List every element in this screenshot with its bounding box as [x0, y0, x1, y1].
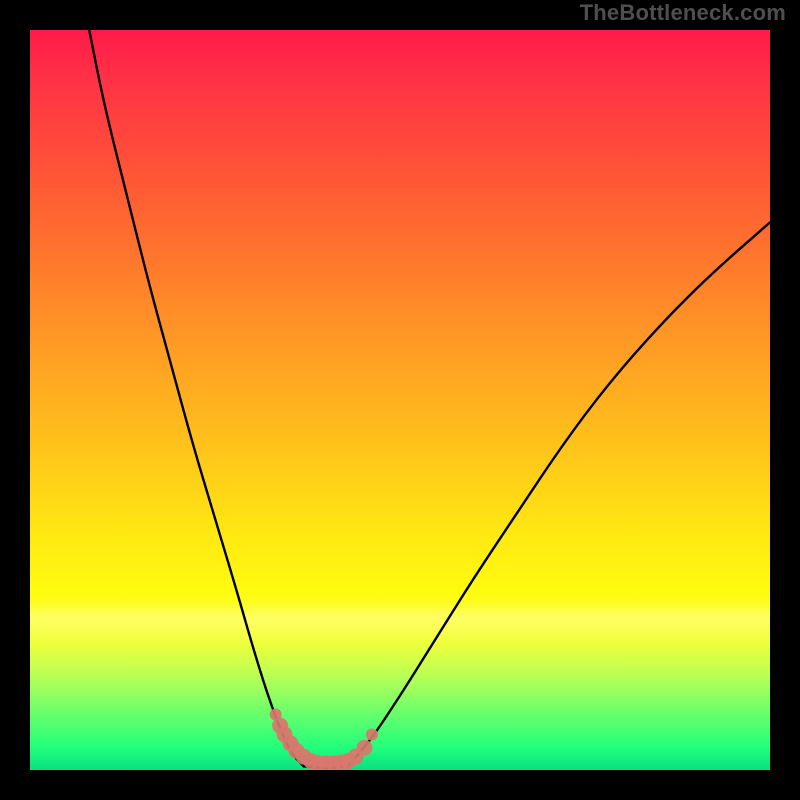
chart-frame: TheBottleneck.com [0, 0, 800, 800]
watermark-text: TheBottleneck.com [580, 0, 786, 26]
curve-layer [30, 30, 770, 770]
marker-dot [356, 740, 372, 756]
curve-left-curve [89, 30, 304, 766]
plot-area [30, 30, 770, 770]
marker-dot [366, 728, 378, 740]
curve-right-curve [348, 222, 770, 765]
